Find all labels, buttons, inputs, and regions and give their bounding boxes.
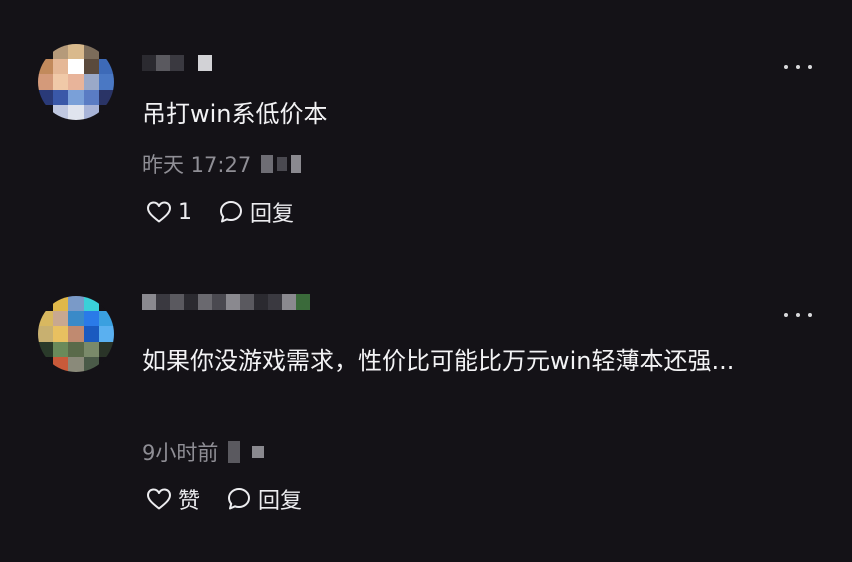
avatar-pixel — [53, 311, 69, 327]
avatar-pixel — [98, 356, 114, 372]
avatar-pixel — [38, 74, 54, 90]
avatar-pixel — [83, 341, 99, 357]
heart-outline-icon — [147, 488, 171, 510]
username-pixel — [198, 55, 212, 71]
speech-bubble-icon — [228, 488, 251, 510]
username-pixel — [142, 55, 156, 71]
more-options-icon[interactable] — [784, 310, 812, 320]
speech-bubble-icon — [220, 201, 242, 223]
avatar-pixel — [38, 44, 54, 60]
avatar-pixel — [98, 104, 114, 120]
avatar-pixel — [68, 296, 84, 312]
comment-text: 吊打win系低价本 — [142, 100, 328, 128]
avatar-pixel — [98, 296, 114, 312]
username-pixel — [184, 294, 198, 310]
avatar-pixel — [68, 356, 84, 372]
avatar-pixel — [53, 326, 69, 342]
comment-time: 昨天 17:27 — [142, 153, 252, 177]
avatar-pixel — [83, 104, 99, 120]
avatar-pixel — [98, 89, 114, 105]
like-count: 1 — [178, 199, 192, 225]
avatar-pixel — [53, 341, 69, 357]
avatar-pixel — [38, 296, 54, 312]
avatar-pixel — [98, 44, 114, 60]
comment-actions: 赞 回复 — [146, 484, 302, 514]
avatar-pixel — [38, 311, 54, 327]
username-pixel — [240, 294, 254, 310]
comment-text: 如果你没游戏需求，性价比可能比万元win轻薄本还强... — [142, 347, 735, 375]
comment-actions: 1 回复 — [146, 197, 294, 227]
avatar-pixel — [83, 74, 99, 90]
avatar-pixel — [68, 59, 84, 75]
comment-item: 如果你没游戏需求，性价比可能比万元win轻薄本还强... 9小时前 赞 回复 — [0, 280, 852, 562]
avatar-pixel — [83, 59, 99, 75]
avatar-pixel — [68, 326, 84, 342]
avatar-pixel — [68, 311, 84, 327]
heart-outline-icon — [147, 201, 171, 223]
avatar-pixel — [68, 89, 84, 105]
avatar-pixel — [53, 89, 69, 105]
like-label: 赞 — [178, 489, 201, 514]
username-pixel — [170, 294, 184, 310]
avatar-pixel — [98, 74, 114, 90]
comment-meta: 9小时前 — [142, 438, 265, 466]
avatar-pixel — [53, 104, 69, 120]
avatar-pixel — [38, 341, 54, 357]
username-pixel — [268, 294, 282, 310]
avatar-pixel — [53, 296, 69, 312]
username-pixel — [212, 294, 226, 310]
reply-button[interactable]: 回复 — [226, 483, 302, 515]
location-blurred — [261, 155, 302, 173]
avatar-pixel — [98, 59, 114, 75]
comment-item: 吊打win系低价本 昨天 17:27 1 回复 — [0, 0, 852, 250]
avatar-pixel — [68, 341, 84, 357]
avatar-pixel — [38, 59, 54, 75]
more-options-icon[interactable] — [784, 62, 812, 72]
username-pixel — [156, 55, 170, 71]
avatar-pixel — [38, 89, 54, 105]
avatar-pixel — [68, 44, 84, 60]
avatar-pixel — [38, 356, 54, 372]
avatar-pixel — [68, 74, 84, 90]
avatar-pixel — [53, 44, 69, 60]
avatar-pixel — [83, 356, 99, 372]
avatar[interactable] — [38, 44, 114, 120]
avatar-pixel — [98, 341, 114, 357]
avatar-pixel — [83, 326, 99, 342]
username-pixel — [198, 294, 212, 310]
avatar-pixel — [38, 326, 54, 342]
avatar[interactable] — [38, 296, 114, 372]
username-pixel — [296, 294, 310, 310]
avatar-pixel — [53, 356, 69, 372]
username-pixel — [156, 294, 170, 310]
username-pixel — [170, 55, 184, 71]
username-pixel — [282, 294, 296, 310]
avatar-pixel — [53, 59, 69, 75]
username-pixel — [142, 294, 156, 310]
avatar-pixel — [53, 74, 69, 90]
avatar-pixel — [98, 311, 114, 327]
avatar-pixel — [83, 311, 99, 327]
avatar-pixel — [68, 104, 84, 120]
comment-meta: 昨天 17:27 — [142, 150, 302, 178]
reply-label: 回复 — [250, 202, 295, 227]
reply-label: 回复 — [258, 489, 303, 514]
like-button[interactable]: 1 — [146, 200, 192, 225]
username-blurred[interactable] — [142, 294, 310, 310]
username-pixel — [184, 55, 198, 71]
location-blurred — [228, 441, 265, 463]
avatar-pixel — [83, 44, 99, 60]
avatar-pixel — [83, 296, 99, 312]
username-pixel — [254, 294, 268, 310]
comment-time: 9小时前 — [142, 441, 219, 465]
reply-button[interactable]: 回复 — [218, 196, 294, 228]
avatar-pixel — [83, 89, 99, 105]
username-pixel — [226, 294, 240, 310]
username-blurred[interactable] — [142, 55, 212, 71]
avatar-pixel — [98, 326, 114, 342]
avatar-pixel — [38, 104, 54, 120]
like-button[interactable]: 赞 — [146, 483, 200, 515]
